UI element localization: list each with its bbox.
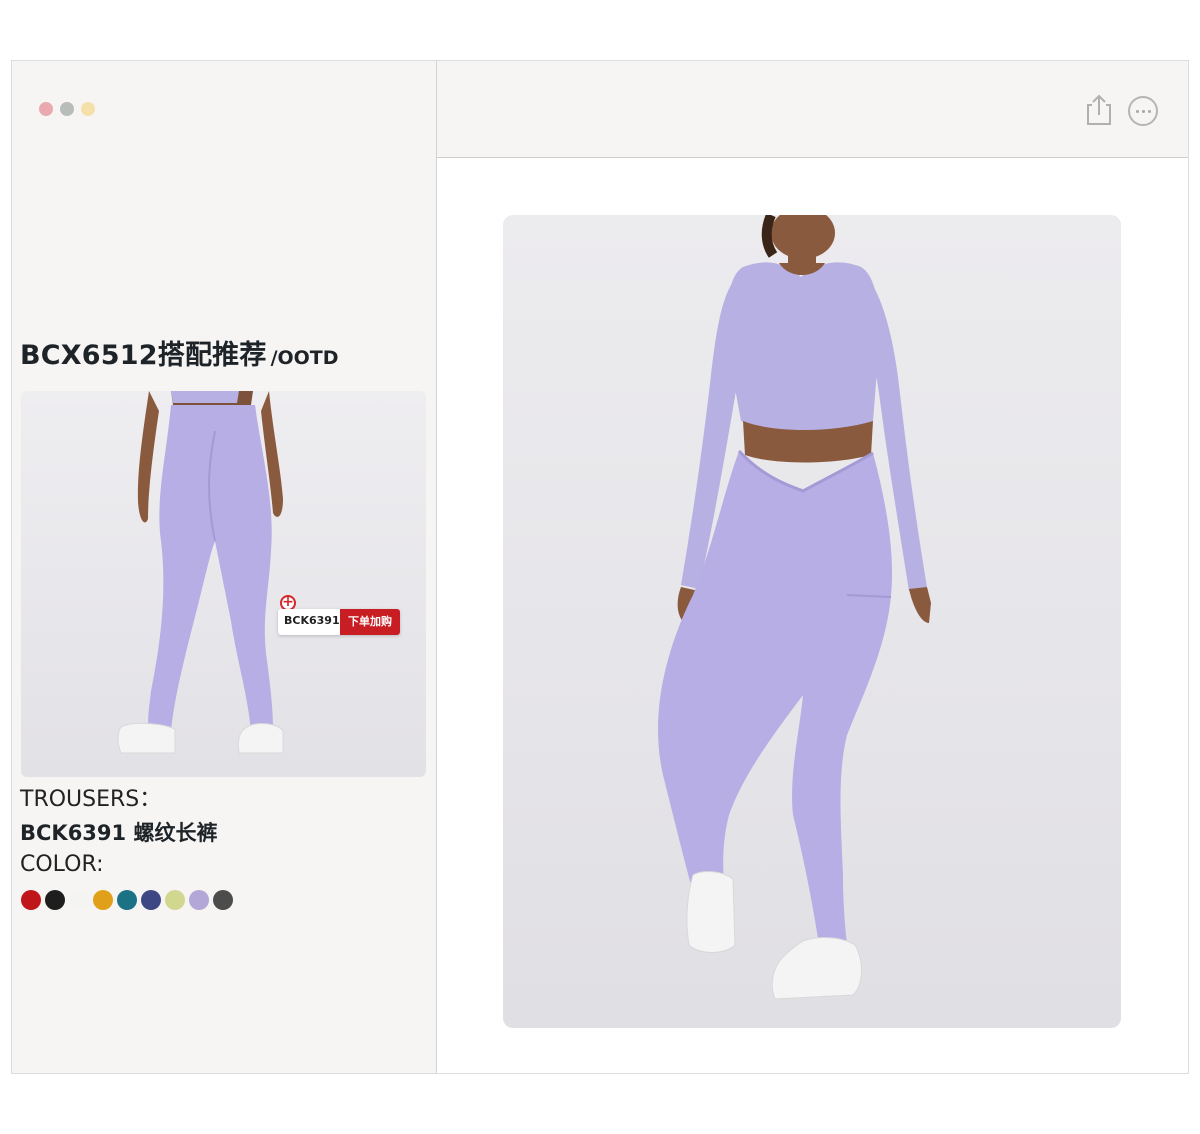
close-dot[interactable] <box>39 102 53 116</box>
minimize-dot[interactable] <box>60 102 74 116</box>
title-sub: /OOTD <box>270 347 339 369</box>
page-title: BCX6512搭配推荐/OOTD <box>20 333 339 372</box>
more-icon[interactable] <box>1128 96 1158 126</box>
color-swatch[interactable] <box>213 890 233 910</box>
toolbar <box>437 61 1188 158</box>
window-controls <box>39 102 95 116</box>
trousers-label: TROUSERS： <box>20 787 162 812</box>
tag-code: BCK6391 <box>284 614 340 627</box>
color-swatch[interactable] <box>117 890 137 910</box>
color-swatch[interactable] <box>93 890 113 910</box>
product-tag[interactable]: + BCK6391 下单加购 <box>278 595 403 635</box>
color-swatch[interactable] <box>189 890 209 910</box>
tag-pill[interactable]: BCK6391 下单加购 <box>278 609 400 635</box>
product-name: BCK6391 螺纹长裤 <box>20 821 218 845</box>
color-swatch[interactable] <box>21 890 41 910</box>
color-swatch[interactable] <box>45 890 65 910</box>
add-to-cart-button[interactable]: 下单加购 <box>340 609 400 635</box>
color-swatches <box>21 890 233 910</box>
color-swatch[interactable] <box>165 890 185 910</box>
sidebar: BCX6512搭配推荐/OOTD + BCK6391 下单加购 TROUSERS… <box>12 61 437 1073</box>
color-label: COLOR: <box>20 852 104 877</box>
main-product-photo <box>503 215 1121 1028</box>
app-window: BCX6512搭配推荐/OOTD + BCK6391 下单加购 TROUSERS… <box>11 60 1189 1074</box>
model-full-outfit-image <box>658 215 931 1000</box>
leggings-back-view-image <box>117 391 284 754</box>
share-icon[interactable] <box>1084 93 1114 127</box>
title-main: BCX6512搭配推荐 <box>20 340 267 371</box>
zoom-dot[interactable] <box>81 102 95 116</box>
color-swatch[interactable] <box>141 890 161 910</box>
outfit-thumbnail[interactable]: + BCK6391 下单加购 <box>21 391 426 777</box>
color-swatch[interactable] <box>69 890 89 910</box>
